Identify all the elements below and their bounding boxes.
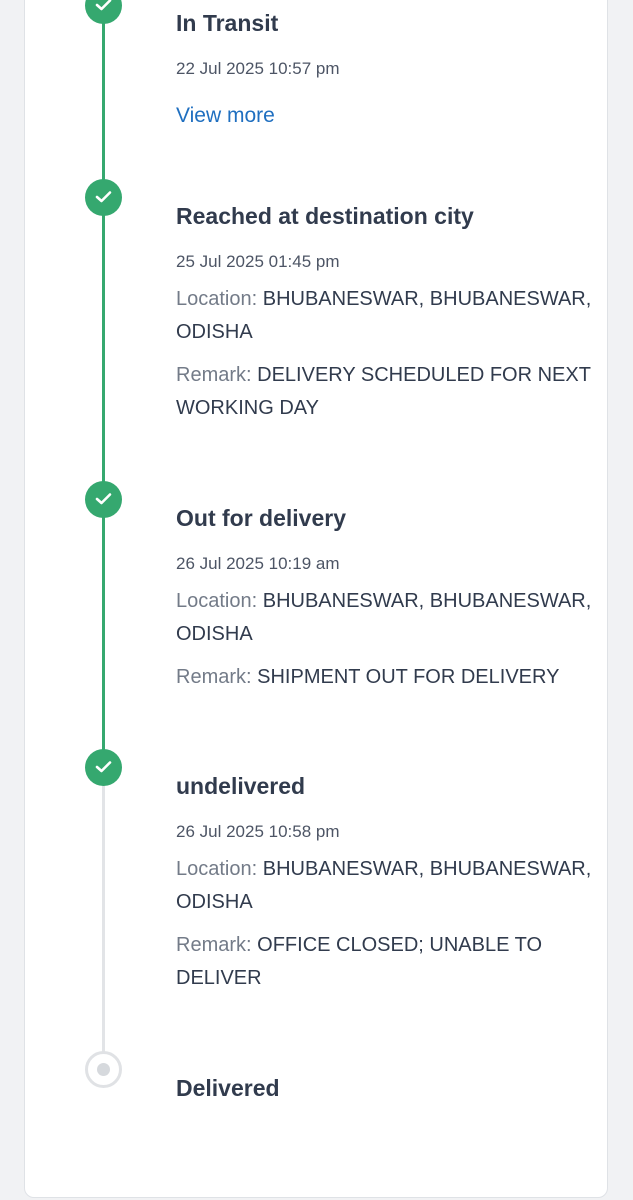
timeline-event-out-for-delivery: Out for delivery 26 Jul 2025 10:19 am Lo… — [176, 503, 596, 694]
event-status: undelivered — [176, 773, 306, 799]
location-label: Location: — [176, 590, 258, 612]
remark-label: Remark: — [176, 666, 252, 688]
event-status: Delivered — [176, 1075, 280, 1101]
timeline-event-reached-destination: Reached at destination city 25 Jul 2025 … — [176, 201, 596, 425]
event-remark: Remark: DELIVERY SCHEDULED FOR NEXT WORK… — [176, 359, 596, 425]
check-icon — [85, 481, 122, 518]
event-status: Out for delivery — [176, 505, 346, 531]
timeline-event-in-transit: In Transit 22 Jul 2025 10:57 pm View mor… — [176, 8, 596, 130]
event-status: In Transit — [176, 10, 279, 36]
view-more-link[interactable]: View more — [176, 102, 596, 130]
event-timestamp: 26 Jul 2025 10:19 am — [176, 554, 340, 573]
timeline-line-completed — [102, 1, 105, 763]
pending-dot-icon — [85, 1051, 122, 1088]
timeline-line-pending — [102, 763, 105, 1058]
event-remark: Remark: SHIPMENT OUT FOR DELIVERY — [176, 661, 596, 694]
event-timestamp: 26 Jul 2025 10:58 pm — [176, 822, 340, 841]
event-timestamp: 22 Jul 2025 10:57 pm — [176, 59, 340, 78]
location-label: Location: — [176, 288, 258, 310]
timeline-event-delivered: Delivered — [176, 1073, 596, 1103]
remark-label: Remark: — [176, 364, 252, 386]
check-icon — [85, 179, 122, 216]
remark-value: SHIPMENT OUT FOR DELIVERY — [257, 666, 560, 688]
event-timestamp: 25 Jul 2025 01:45 pm — [176, 252, 340, 271]
check-icon — [85, 0, 122, 24]
remark-label: Remark: — [176, 934, 252, 956]
event-location: Location: BHUBANESWAR, BHUBANESWAR, ODIS… — [176, 283, 596, 349]
event-location: Location: BHUBANESWAR, BHUBANESWAR, ODIS… — [176, 585, 596, 651]
event-location: Location: BHUBANESWAR, BHUBANESWAR, ODIS… — [176, 853, 596, 919]
check-icon — [85, 749, 122, 786]
event-remark: Remark: OFFICE CLOSED; UNABLE TO DELIVER — [176, 929, 596, 995]
event-status: Reached at destination city — [176, 203, 474, 229]
location-label: Location: — [176, 858, 258, 880]
timeline-event-undelivered: undelivered 26 Jul 2025 10:58 pm Locatio… — [176, 771, 596, 995]
